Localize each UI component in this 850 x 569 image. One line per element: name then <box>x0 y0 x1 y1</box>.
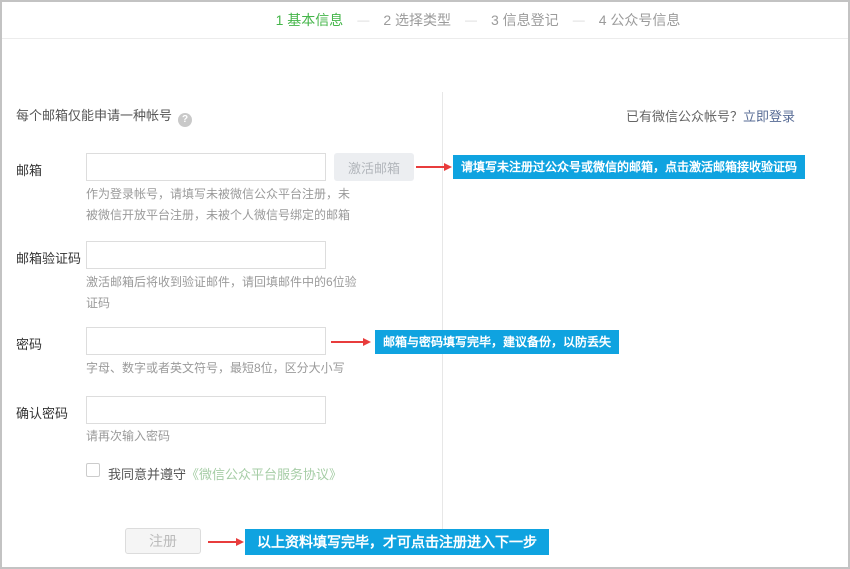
confirm-password-input[interactable] <box>86 396 326 424</box>
email-hint: 作为登录帐号，请填写未被微信公众平台注册，未被微信开放平台注册，未被个人微信号绑… <box>86 184 358 226</box>
annotation-arrow-password <box>331 341 363 343</box>
email-code-input[interactable] <box>86 241 326 269</box>
annotation-password-callout: 邮箱与密码填写完毕，建议备份，以防丢失 <box>375 330 619 354</box>
note-text: 每个邮箱仅能申请一种帐号 <box>16 108 172 123</box>
confirm-password-label: 确认密码 <box>16 403 68 422</box>
activate-email-button[interactable]: 激活邮箱 <box>334 153 414 181</box>
existing-account-login: 已有微信公众帐号？立即登录 <box>626 106 795 125</box>
step-account-info: 4 公众号信息 <box>599 10 681 30</box>
email-label: 邮箱 <box>16 160 42 179</box>
register-button[interactable]: 注册 <box>125 528 201 554</box>
login-now-link[interactable]: 立即登录 <box>743 109 795 124</box>
password-label: 密码 <box>16 334 42 353</box>
wechat-mp-registration-page: 1 基本信息 — 2 选择类型 — 3 信息登记 — 4 公众号信息 每个邮箱仅… <box>0 0 850 569</box>
step-separator: — <box>573 13 585 27</box>
email-code-hint: 激活邮箱后将收到验证邮件，请回填邮件中的6位验证码 <box>86 272 358 314</box>
agreement-text: 我同意并遵守《微信公众平台服务协议》 <box>108 464 342 483</box>
help-question-icon[interactable]: ? <box>178 113 192 127</box>
email-input[interactable] <box>86 153 326 181</box>
step-separator: — <box>465 13 477 27</box>
step-basic-info: 1 基本信息 <box>276 10 344 30</box>
stepper: 1 基本信息 — 2 选择类型 — 3 信息登记 — 4 公众号信息 <box>55 2 850 38</box>
one-account-per-email-note: 每个邮箱仅能申请一种帐号? <box>16 105 192 127</box>
service-agreement-link[interactable]: 《微信公众平台服务协议》 <box>186 467 342 482</box>
annotation-email-callout: 请填写未注册过公众号或微信的邮箱，点击激活邮箱接收验证码 <box>453 155 805 179</box>
step-separator: — <box>357 13 369 27</box>
annotation-arrow-register <box>208 541 236 543</box>
password-input[interactable] <box>86 327 326 355</box>
annotation-register-callout: 以上资料填写完毕，才可点击注册进入下一步 <box>245 529 549 555</box>
login-prefix-text: 已有微信公众帐号？ <box>626 109 743 124</box>
email-code-label: 邮箱验证码 <box>16 248 81 267</box>
confirm-password-hint: 请再次输入密码 <box>86 426 170 447</box>
password-hint: 字母、数字或者英文符号，最短8位，区分大小写 <box>86 358 345 379</box>
step-choose-type: 2 选择类型 <box>383 10 451 30</box>
registration-steps-header: 1 基本信息 — 2 选择类型 — 3 信息登记 — 4 公众号信息 <box>2 2 848 39</box>
annotation-arrow-email <box>416 166 444 168</box>
vertical-divider <box>442 92 443 548</box>
step-info-registration: 3 信息登记 <box>491 10 559 30</box>
agreement-checkbox[interactable] <box>86 463 100 477</box>
agreement-prefix: 我同意并遵守 <box>108 467 186 482</box>
